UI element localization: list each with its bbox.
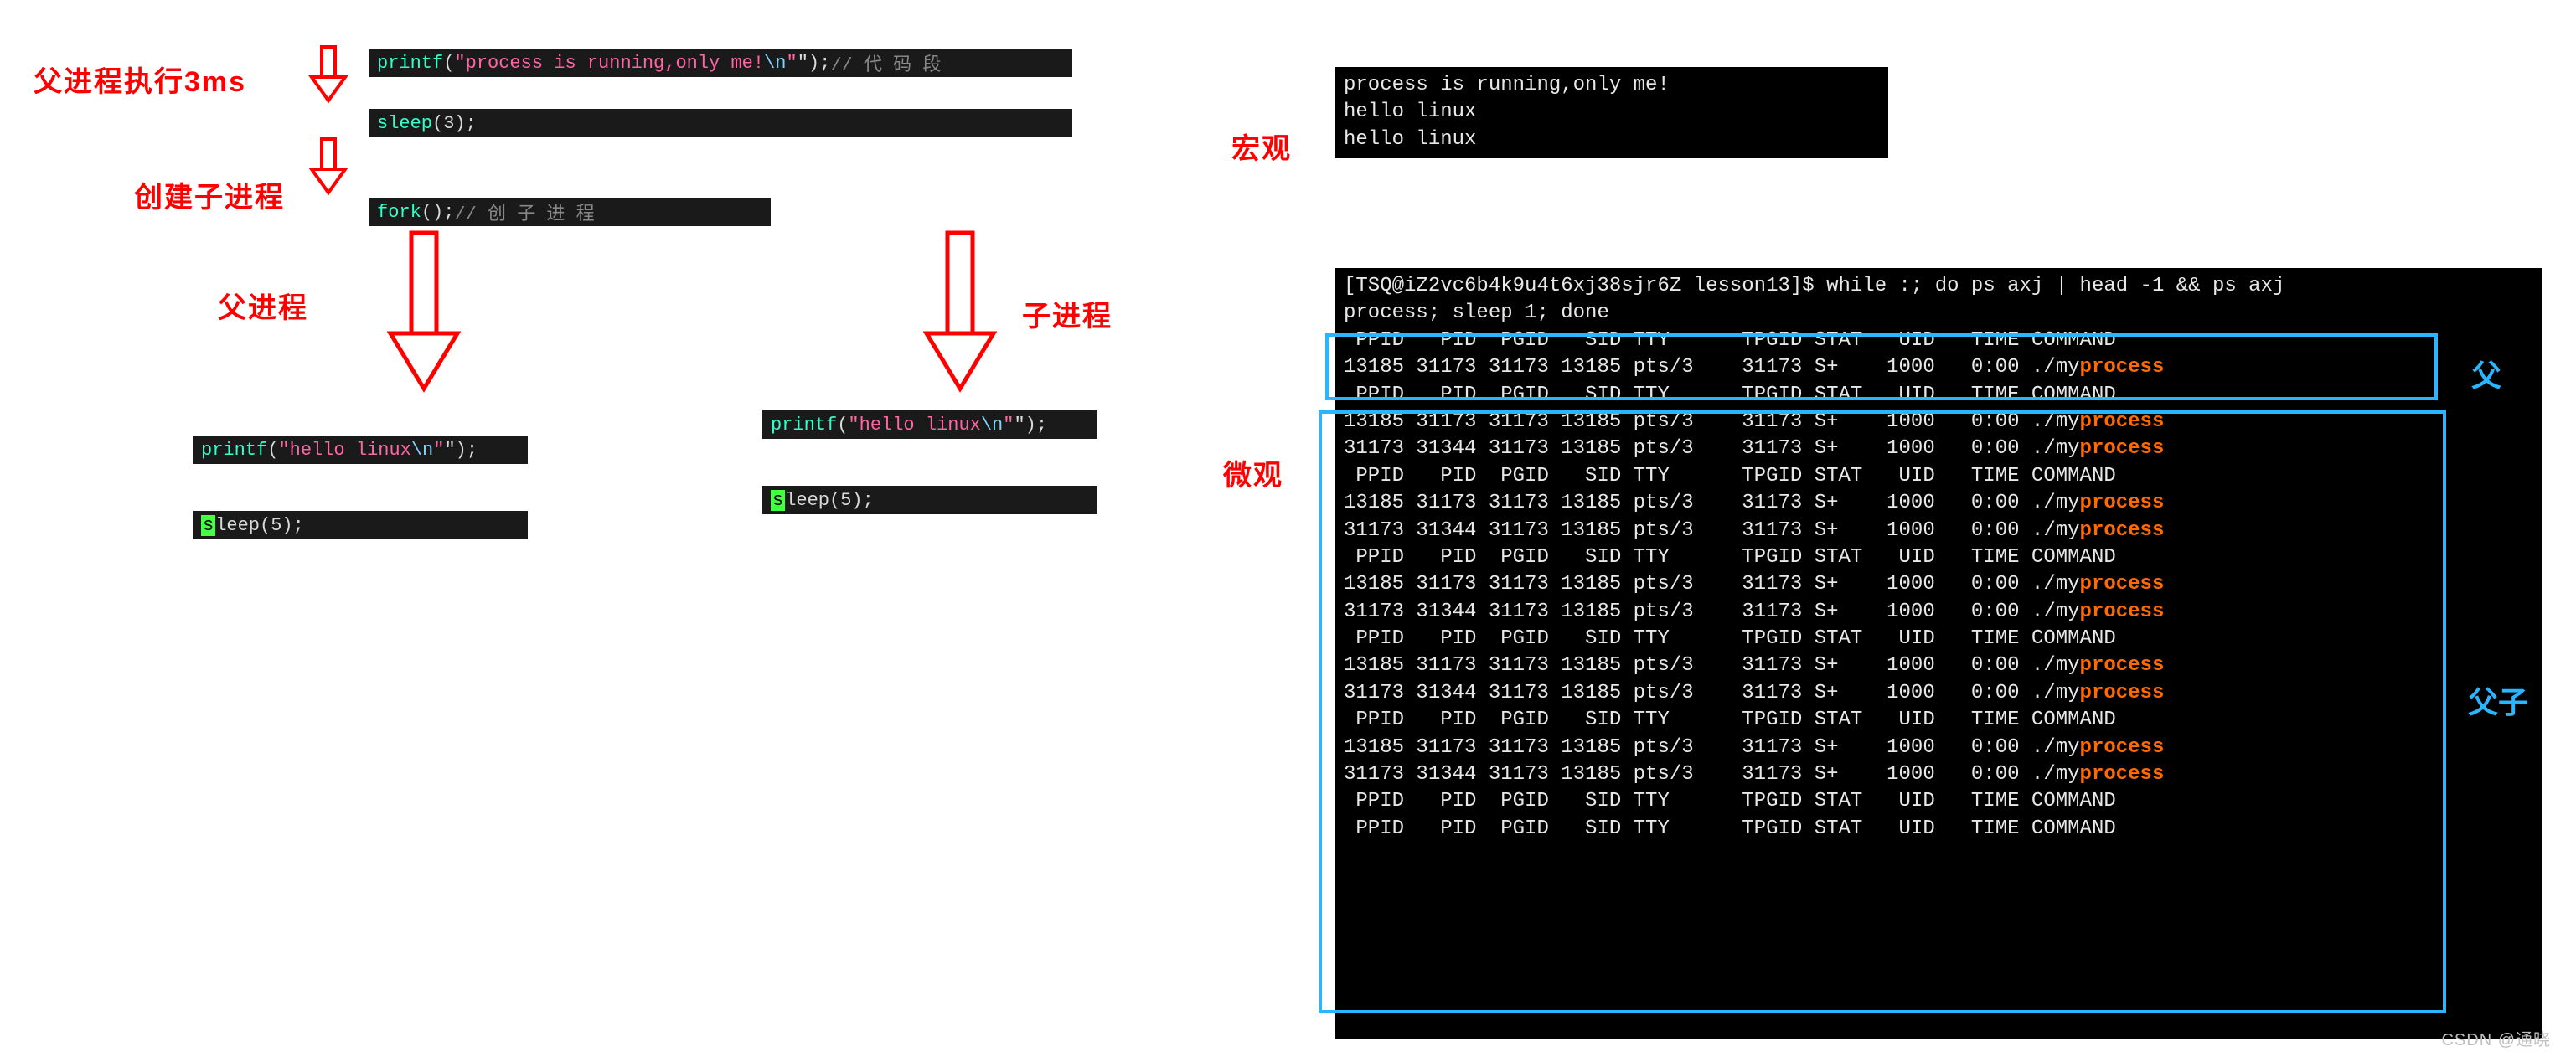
- arrow-down-icon: [918, 229, 1002, 397]
- code-sleep5-child: sleep(5);: [762, 486, 1097, 514]
- blue-label-both: 父子: [2468, 678, 2528, 722]
- terminal-macro: process is running,only me! hello linux …: [1335, 67, 1888, 158]
- arrow-down-icon: [307, 137, 350, 196]
- watermark: CSDN @通晓: [2441, 1026, 2551, 1050]
- code-sleep3: sleep(3);: [369, 109, 1072, 137]
- arrow-down-icon: [307, 45, 350, 104]
- label-parent: 父进程: [218, 285, 308, 326]
- code-fork: fork();// 创 子 进 程: [369, 198, 771, 226]
- code-hello-child: printf("hello linux\n"");: [762, 410, 1097, 439]
- blue-label-parent: 父: [2471, 352, 2501, 395]
- blue-box-both: [1319, 410, 2446, 1013]
- label-3ms: 父进程执行3ms: [34, 59, 246, 100]
- code-hello-parent: printf("hello linux\n"");: [193, 436, 528, 464]
- left-diagram: 父进程执行3ms printf("process is running,only…: [34, 34, 1248, 637]
- blue-box-parent: [1325, 333, 2438, 400]
- label-micro: 微观: [1223, 452, 1283, 493]
- arrow-down-icon: [382, 229, 466, 397]
- label-child: 子进程: [1022, 293, 1112, 334]
- label-fork: 创建子进程: [134, 174, 285, 215]
- code-sleep5-parent: sleep(5);: [193, 511, 528, 539]
- code-printf-1: printf("process is running,only me!\n"")…: [369, 49, 1072, 77]
- label-macro: 宏观: [1231, 126, 1292, 167]
